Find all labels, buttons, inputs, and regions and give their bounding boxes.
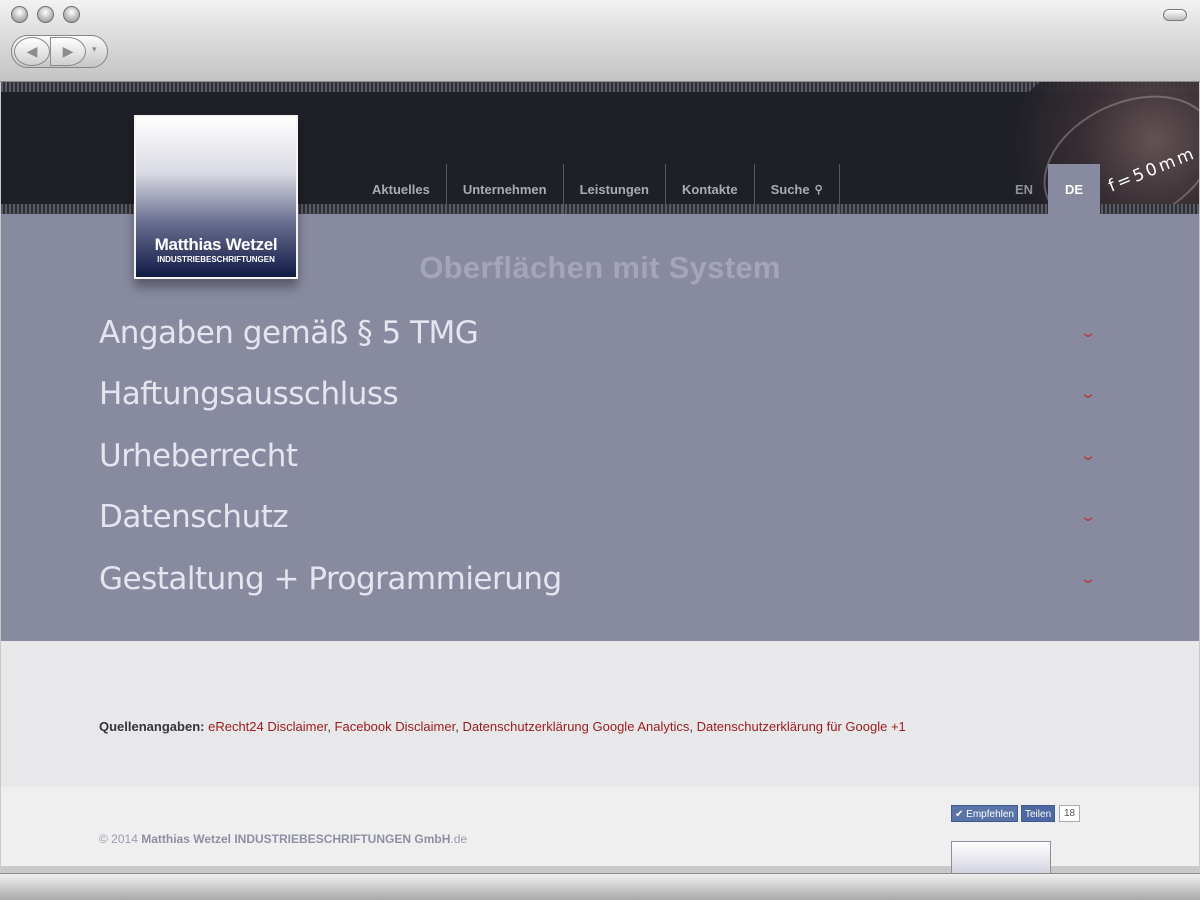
nav-item-kontakte[interactable]: Kontakte [666,164,755,214]
accordion-item-title: Urheberrecht [99,437,298,474]
copyright-company: Matthias Wetzel INDUSTRIEBESCHRIFTUNGEN … [141,832,451,846]
accordion-item-title: Angaben gemäß § 5 TMG [99,314,479,351]
browser-toolbar: ◀ ▶ ▾ [0,0,1200,82]
chevron-down-icon: ⌄ [1078,570,1097,587]
copyright-prefix: © 2014 [99,832,142,846]
accordion-item-haftungsausschluss[interactable]: Haftungsausschluss ⌄ [99,364,1099,426]
logo-company-name: Matthias Wetzel [154,235,278,254]
sources-line: Quellenangaben: eRecht24 Disclaimer, Fac… [99,719,906,734]
main-navigation: Aktuelles Unternehmen Leistungen Kontakt… [356,164,840,214]
company-logo[interactable]: Matthias Wetzel INDUSTRIEBESCHRIFTUNGEN [134,115,298,279]
history-navigation: ◀ ▶ ▾ [11,35,108,68]
nav-item-leistungen[interactable]: Leistungen [564,164,666,214]
close-window-button[interactable] [11,6,28,23]
separator: , [327,719,335,734]
language-en-link[interactable]: EN [1001,164,1047,214]
source-link-google-plus[interactable]: Datenschutzerklärung für Google +1 [697,719,906,734]
nav-item-label: Suche [770,181,810,197]
search-icon: ⚲ [814,183,823,196]
sources-label: Quellenangaben: [99,719,205,734]
nav-item-unternehmen[interactable]: Unternehmen [447,164,564,214]
copyright-text: © 2014 Matthias Wetzel INDUSTRIEBESCHRIF… [99,832,467,846]
logo-company-subtitle: INDUSTRIEBESCHRIFTUNGEN [157,255,275,264]
browser-status-bar [0,873,1200,900]
accordion-item-title: Gestaltung + Programmierung [99,560,562,597]
check-icon: ✔ [955,809,964,820]
forward-button[interactable]: ▶ [50,37,86,66]
accordion-item-datenschutz[interactable]: Datenschutz ⌄ [99,487,1099,549]
accordion-item-title: Datenschutz [99,499,289,536]
separator: , [689,719,697,734]
source-link-facebook[interactable]: Facebook Disclaimer [335,719,456,734]
chevron-down-icon: ⌄ [1078,509,1097,526]
nav-item-aktuelles[interactable]: Aktuelles [356,164,447,214]
facebook-share-button[interactable]: Teilen [1021,805,1056,822]
facebook-share-label: Teilen [1025,809,1052,820]
chevron-down-icon: ⌄ [1078,386,1097,403]
minimize-window-button[interactable] [37,6,54,23]
nav-item-label: Kontakte [681,181,738,197]
facebook-share-count: 18 [1059,805,1081,822]
zoom-window-button[interactable] [63,6,80,23]
chevron-down-icon: ⌄ [1078,447,1097,464]
nav-item-label: Unternehmen [462,181,547,197]
copyright-suffix: .de [450,832,468,846]
sources-footer: Quellenangaben: eRecht24 Disclaimer, Fac… [1,641,1199,787]
facebook-recommend-button[interactable]: ✔ Empfehlen [951,805,1018,822]
back-button[interactable]: ◀ [14,37,50,66]
nav-item-label: Aktuelles [372,181,430,197]
language-de-link[interactable]: DE [1048,164,1100,214]
imprint-accordion: Angaben gemäß § 5 TMG ⌄ Haftungsausschlu… [99,302,1099,610]
copyright-footer: © 2014 Matthias Wetzel INDUSTRIEBESCHRIF… [1,787,1199,881]
back-arrow-icon: ◀ [26,43,38,59]
nav-item-suche[interactable]: Suche ⚲ [755,164,840,214]
forward-arrow-icon: ▶ [62,43,74,59]
accordion-item-urheberrecht[interactable]: Urheberrecht ⌄ [99,425,1099,487]
history-dropdown-icon[interactable]: ▾ [92,44,97,55]
toolbar-toggle-button[interactable] [1163,9,1187,21]
accordion-item-gestaltung[interactable]: Gestaltung + Programmierung ⌄ [99,548,1099,610]
source-link-erecht24[interactable]: eRecht24 Disclaimer [208,719,327,734]
facebook-recommend-label: Empfehlen [966,809,1014,820]
source-link-google-analytics[interactable]: Datenschutzerklärung Google Analytics [462,719,689,734]
accordion-item-angaben[interactable]: Angaben gemäß § 5 TMG ⌄ [99,302,1099,364]
header-top-stripe [1,82,1199,92]
accordion-item-title: Haftungsausschluss [99,376,399,413]
chevron-down-icon: ⌄ [1078,324,1097,341]
nav-item-label: Leistungen [579,181,649,197]
